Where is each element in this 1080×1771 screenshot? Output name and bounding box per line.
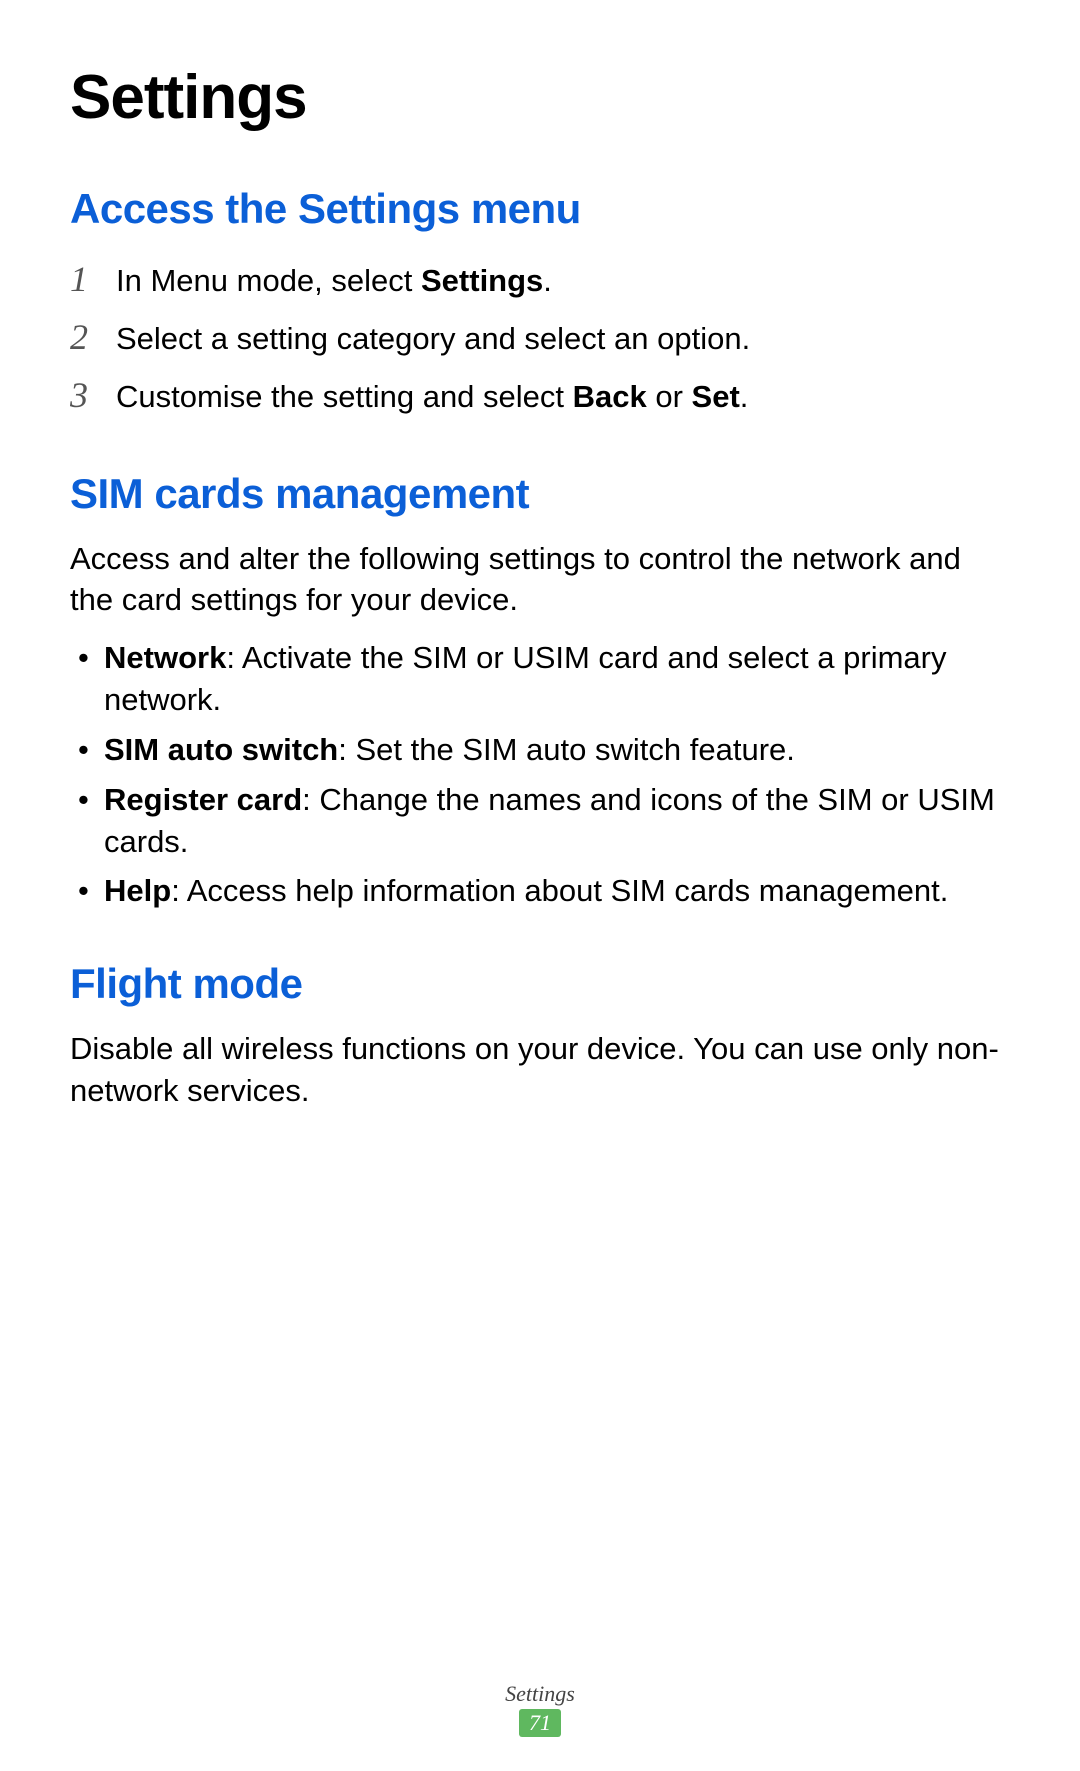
heading-sim-management: SIM cards management: [70, 470, 1010, 518]
bullet-bold: Register card: [104, 782, 302, 817]
footer-section-label: Settings: [0, 1681, 1080, 1707]
sim-intro-text: Access and alter the following settings …: [70, 538, 1010, 622]
list-item: Help: Access help information about SIM …: [70, 870, 1010, 912]
step-text-post: .: [543, 263, 552, 298]
bullet-bold: Help: [104, 873, 171, 908]
step-text: Customise the setting and select Back or…: [116, 375, 1010, 420]
step-text: Select a setting category and select an …: [116, 317, 1010, 362]
bullet-text: : Set the SIM auto switch feature.: [338, 732, 795, 767]
heading-access-settings: Access the Settings menu: [70, 185, 1010, 233]
page-footer: Settings 71: [0, 1681, 1080, 1737]
section-sim-management: SIM cards management Access and alter th…: [70, 470, 1010, 913]
step-text-bold: Settings: [421, 263, 543, 298]
section-flight-mode: Flight mode Disable all wireless functio…: [70, 960, 1010, 1112]
step-text-post: .: [740, 379, 749, 414]
bullet-text: : Activate the SIM or USIM card and sele…: [104, 640, 946, 717]
step-item: 2 Select a setting category and select a…: [70, 311, 1010, 363]
heading-flight-mode: Flight mode: [70, 960, 1010, 1008]
steps-list: 1 In Menu mode, select Settings. 2 Selec…: [70, 253, 1010, 422]
step-text: In Menu mode, select Settings.: [116, 259, 1010, 304]
list-item: Network: Activate the SIM or USIM card a…: [70, 637, 1010, 721]
section-access-settings: Access the Settings menu 1 In Menu mode,…: [70, 185, 1010, 422]
step-text-bold: Back: [573, 379, 647, 414]
bullet-text: : Access help information about SIM card…: [171, 873, 948, 908]
bullet-bold: SIM auto switch: [104, 732, 338, 767]
sim-bullet-list: Network: Activate the SIM or USIM card a…: [70, 637, 1010, 912]
list-item: SIM auto switch: Set the SIM auto switch…: [70, 729, 1010, 771]
step-text-bold2: Set: [692, 379, 740, 414]
flight-intro-text: Disable all wireless functions on your d…: [70, 1028, 1010, 1112]
step-text-pre: In Menu mode, select: [116, 263, 421, 298]
step-number: 3: [70, 369, 106, 421]
step-text-pre: Customise the setting and select: [116, 379, 573, 414]
footer-page-number: 71: [519, 1709, 561, 1737]
bullet-bold: Network: [104, 640, 226, 675]
list-item: Register card: Change the names and icon…: [70, 779, 1010, 863]
step-item: 3 Customise the setting and select Back …: [70, 369, 1010, 421]
step-text-mid: or: [647, 379, 692, 414]
step-number: 2: [70, 311, 106, 363]
page-title: Settings: [70, 62, 1010, 133]
step-item: 1 In Menu mode, select Settings.: [70, 253, 1010, 305]
step-number: 1: [70, 253, 106, 305]
